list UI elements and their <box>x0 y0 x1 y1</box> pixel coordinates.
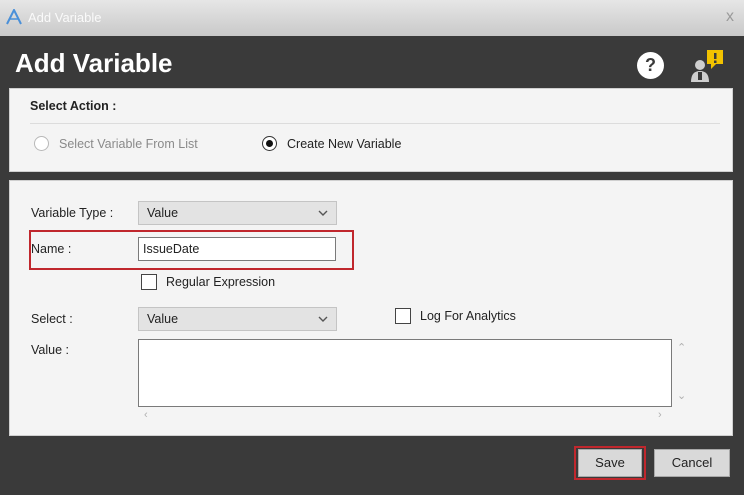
user-alert-icon[interactable] <box>686 48 726 84</box>
variable-type-select[interactable]: Value <box>138 201 337 225</box>
select-value: Value <box>147 312 179 326</box>
radio-label: Select Variable From List <box>59 136 198 151</box>
radio-select-from-list[interactable]: Select Variable From List <box>34 136 198 151</box>
save-button[interactable]: Save <box>578 449 642 477</box>
log-analytics-label: Log For Analytics <box>420 309 516 323</box>
regex-checkbox[interactable] <box>141 274 157 290</box>
radio-create-new[interactable]: Create New Variable <box>262 136 401 151</box>
chevron-down-icon <box>318 316 328 322</box>
scroll-down-icon[interactable]: ⌄ <box>677 389 686 402</box>
radio-button[interactable] <box>34 136 49 151</box>
select-label: Select : <box>31 312 73 326</box>
horizontal-scrollbar[interactable]: ‹ › <box>138 409 672 423</box>
dialog-header: Add Variable ? <box>0 36 744 90</box>
log-analytics-checkbox-row[interactable]: Log For Analytics <box>395 308 516 324</box>
value-textarea[interactable] <box>138 339 672 407</box>
select-action-panel: Select Action : Select Variable From Lis… <box>9 88 733 172</box>
dialog-footer: Save Cancel <box>0 438 744 495</box>
radio-label: Create New Variable <box>287 136 402 151</box>
name-label: Name : <box>31 242 72 256</box>
scroll-left-icon[interactable]: ‹ <box>144 409 148 421</box>
window-title: Add Variable <box>28 10 102 25</box>
app-logo-icon <box>6 9 22 25</box>
log-analytics-checkbox[interactable] <box>395 308 411 324</box>
title-bar: Add Variable x <box>0 0 744 36</box>
value-label: Value : <box>31 343 69 357</box>
select-action-label: Select Action : <box>30 99 117 113</box>
close-icon[interactable]: x <box>726 8 734 26</box>
dialog-heading: Add Variable <box>15 48 173 78</box>
divider <box>30 123 720 124</box>
variable-type-label: Variable Type : <box>31 206 114 220</box>
scroll-right-icon[interactable]: › <box>658 409 662 421</box>
name-input[interactable]: IssueDate <box>138 237 336 261</box>
cancel-button[interactable]: Cancel <box>654 449 730 477</box>
radio-button-checked[interactable] <box>262 136 277 151</box>
chevron-down-icon <box>318 210 328 216</box>
help-icon[interactable]: ? <box>637 52 664 79</box>
vertical-scrollbar[interactable]: ⌃ ⌄ <box>674 339 690 407</box>
select-dropdown[interactable]: Value <box>138 307 337 331</box>
regex-label: Regular Expression <box>166 275 276 289</box>
variable-type-value: Value <box>147 206 179 220</box>
variable-form-panel: Variable Type : Value Name : IssueDate R… <box>9 180 733 436</box>
regex-checkbox-row[interactable]: Regular Expression <box>141 274 275 290</box>
scroll-up-icon[interactable]: ⌃ <box>677 341 686 354</box>
